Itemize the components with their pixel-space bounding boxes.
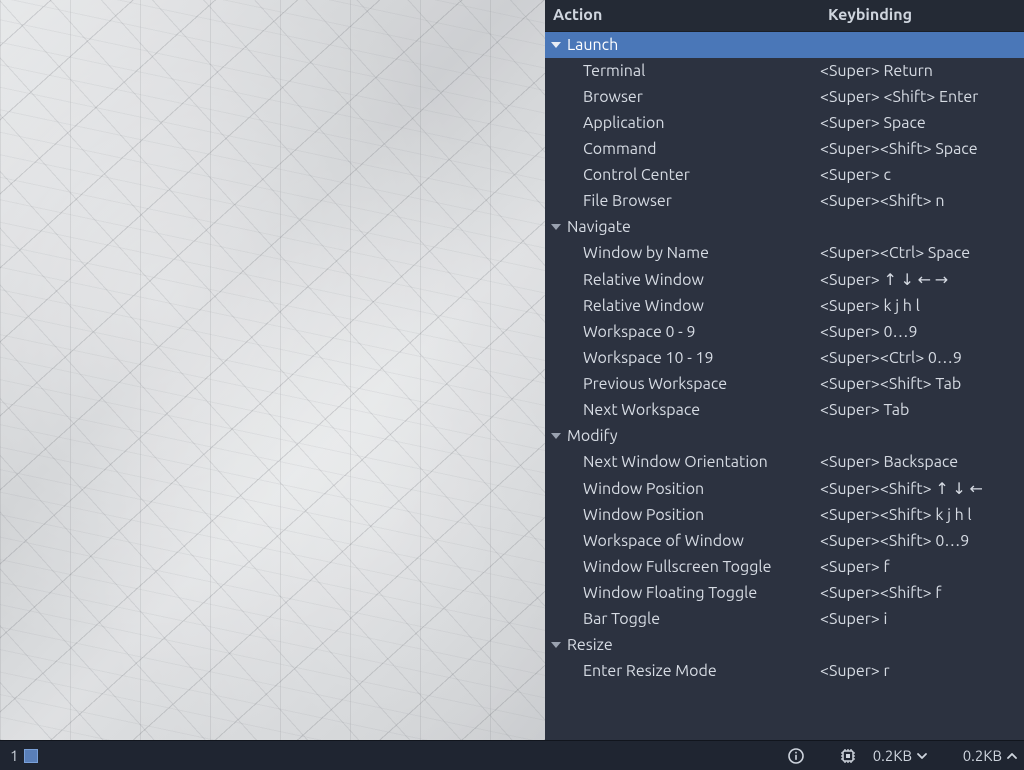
keybinding-label: <Super> Return: [820, 58, 1024, 84]
action-label: Enter Resize Mode: [545, 658, 820, 684]
action-label: Previous Workspace: [545, 371, 820, 397]
keybinding-label: <Super> r: [820, 658, 1024, 684]
action-label: Terminal: [545, 58, 820, 84]
keybinding-row[interactable]: Browser<Super> <Shift> Enter: [545, 84, 1024, 110]
action-label: Window by Name: [545, 240, 820, 266]
keybinding-label: <Super><Shift> Space: [820, 136, 1024, 162]
action-label: Window Fullscreen Toggle: [545, 554, 820, 580]
keybinding-label: <Super> 0…9: [820, 319, 1024, 345]
group-label: Navigate: [567, 218, 631, 236]
action-label: Next Window Orientation: [545, 449, 820, 475]
keybinding-row[interactable]: Next Workspace<Super> Tab: [545, 397, 1024, 423]
action-label: Workspace 0 - 9: [545, 319, 820, 345]
disclosure-triangle-icon: [551, 433, 561, 439]
keybinding-label: <Super> k j h l: [820, 293, 1024, 319]
group-label: Resize: [567, 636, 613, 654]
column-header-action: Action: [545, 0, 820, 31]
workspace-number: 1: [10, 747, 18, 764]
info-icon[interactable]: [788, 748, 804, 764]
keybinding-label: <Super><Ctrl> 0…9: [820, 345, 1024, 371]
keybinding-row[interactable]: Window by Name<Super><Ctrl> Space: [545, 240, 1024, 266]
group-header[interactable]: Resize: [545, 632, 1024, 658]
keybinding-row[interactable]: Workspace 0 - 9<Super> 0…9: [545, 319, 1024, 345]
keybinding-label: <Super> ↑ ↓ ← →: [820, 266, 1024, 293]
keybinding-row[interactable]: Window Position<Super><Shift> k j h l: [545, 502, 1024, 528]
action-label: Relative Window: [545, 267, 820, 293]
keybinding-label: <Super><Shift> f: [820, 580, 1024, 606]
keybinding-label: <Super><Shift> n: [820, 188, 1024, 214]
action-label: Window Floating Toggle: [545, 580, 820, 606]
keybinding-label: <Super> Tab: [820, 397, 1024, 423]
keybinding-label: <Super> <Shift> Enter: [820, 84, 1024, 110]
action-label: Application: [545, 110, 820, 136]
disclosure-triangle-icon: [551, 224, 561, 230]
keybinding-row[interactable]: Previous Workspace<Super><Shift> Tab: [545, 371, 1024, 397]
chevron-down-icon: [916, 750, 928, 762]
action-label: Browser: [545, 84, 820, 110]
group-label: Modify: [567, 427, 618, 445]
keybinding-row[interactable]: File Browser<Super><Shift> n: [545, 188, 1024, 214]
group-label: Launch: [567, 36, 618, 54]
keybinding-label: <Super> Space: [820, 110, 1024, 136]
group-header[interactable]: Navigate: [545, 214, 1024, 240]
net-down-speed: 0.2KB: [860, 747, 912, 764]
action-label: Next Workspace: [545, 397, 820, 423]
keybinding-row[interactable]: Terminal<Super> Return: [545, 58, 1024, 84]
keybinding-row[interactable]: Command<Super><Shift> Space: [545, 136, 1024, 162]
workspace-indicator[interactable]: 1: [6, 746, 44, 765]
keybinding-label: <Super> f: [820, 554, 1024, 580]
keybinding-row[interactable]: Bar Toggle<Super> i: [545, 606, 1024, 632]
keybinding-row[interactable]: Relative Window<Super> ↑ ↓ ← →: [545, 266, 1024, 293]
group-header[interactable]: Launch: [545, 32, 1024, 58]
action-label: Bar Toggle: [545, 606, 820, 632]
action-label: Window Position: [545, 476, 820, 502]
keybinding-label: <Super><Ctrl> Space: [820, 240, 1024, 266]
keybinding-label: <Super> i: [820, 606, 1024, 632]
keybinding-row[interactable]: Enter Resize Mode<Super> r: [545, 658, 1024, 684]
action-label: File Browser: [545, 188, 820, 214]
desktop-wallpaper: [0, 0, 545, 740]
chevron-up-icon: [1006, 750, 1018, 762]
action-label: Workspace of Window: [545, 528, 820, 554]
group-header[interactable]: Modify: [545, 423, 1024, 449]
keybinding-row[interactable]: Window Position<Super><Shift> ↑ ↓ ←: [545, 475, 1024, 502]
status-bar: 1 0.2KB 0.2KB: [0, 740, 1024, 770]
keybinding-label: <Super><Shift> ↑ ↓ ←: [820, 475, 1024, 502]
keybinding-row[interactable]: Workspace 10 - 19<Super><Ctrl> 0…9: [545, 345, 1024, 371]
action-label: Relative Window: [545, 293, 820, 319]
panel-header-row: Action Keybinding: [545, 0, 1024, 32]
keybinding-label: <Super><Shift> Tab: [820, 371, 1024, 397]
keybinding-label: <Super> c: [820, 162, 1024, 188]
network-widget[interactable]: 0.2KB 0.2KB: [840, 747, 1018, 764]
panel-body: LaunchTerminal<Super> ReturnBrowser<Supe…: [545, 32, 1024, 770]
keybinding-row[interactable]: Window Fullscreen Toggle<Super> f: [545, 554, 1024, 580]
action-label: Control Center: [545, 162, 820, 188]
keybinding-label: <Super><Shift> k j h l: [820, 502, 1024, 528]
workspace-square-icon: [24, 749, 38, 763]
keybinding-row[interactable]: Workspace of Window<Super><Shift> 0…9: [545, 528, 1024, 554]
column-header-keybinding: Keybinding: [820, 0, 1024, 31]
keybinding-label: <Super> Backspace: [820, 449, 1024, 475]
keybinding-row[interactable]: Application<Super> Space: [545, 110, 1024, 136]
net-up-speed: 0.2KB: [950, 747, 1002, 764]
keybinding-row[interactable]: Control Center<Super> c: [545, 162, 1024, 188]
disclosure-triangle-icon: [551, 642, 561, 648]
keybinding-row[interactable]: Relative Window<Super> k j h l: [545, 293, 1024, 319]
action-label: Workspace 10 - 19: [545, 345, 820, 371]
action-label: Command: [545, 136, 820, 162]
processor-icon: [840, 748, 856, 764]
keybinding-label: <Super><Shift> 0…9: [820, 528, 1024, 554]
keybinding-panel: Action Keybinding LaunchTerminal<Super> …: [545, 0, 1024, 770]
action-label: Window Position: [545, 502, 820, 528]
disclosure-triangle-icon: [551, 42, 561, 48]
keybinding-row[interactable]: Window Floating Toggle<Super><Shift> f: [545, 580, 1024, 606]
keybinding-row[interactable]: Next Window Orientation<Super> Backspace: [545, 449, 1024, 475]
